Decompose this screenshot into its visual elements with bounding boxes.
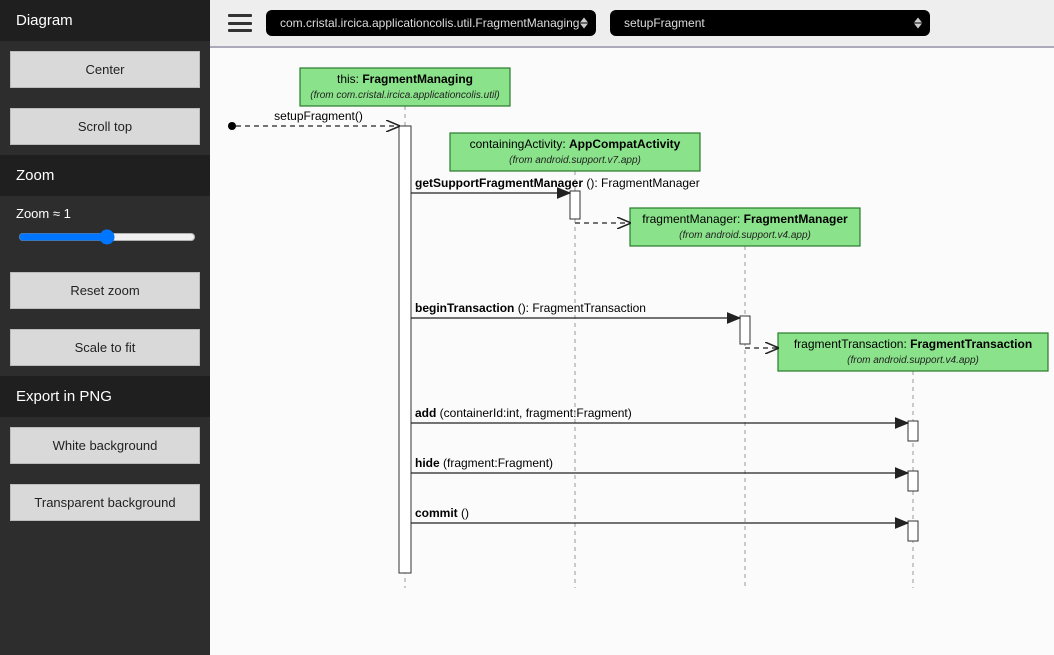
hamburger-icon[interactable] — [228, 14, 252, 32]
class-selector[interactable]: com.cristal.ircica.applicationcolis.util… — [266, 10, 596, 36]
zoom-label: Zoom ≈ 1 — [0, 196, 210, 221]
sidebar: Diagram Center Scroll top Zoom Zoom ≈ 1 … — [0, 0, 210, 655]
section-title-diagram: Diagram — [0, 0, 210, 41]
section-title-export: Export in PNG — [0, 376, 210, 417]
export-transparent-bg-button[interactable]: Transparent background — [10, 484, 200, 521]
svg-text:(from com.cristal.ircica.appli: (from com.cristal.ircica.applicationcoli… — [310, 90, 500, 101]
zoom-value: 1 — [64, 206, 71, 221]
svg-text:commit (): commit () — [415, 506, 469, 520]
svg-text:containingActivity: AppCompatA: containingActivity: AppCompatActivity — [470, 137, 681, 151]
svg-text:hide (fragment:Fragment): hide (fragment:Fragment) — [415, 456, 553, 470]
export-white-bg-button[interactable]: White background — [10, 427, 200, 464]
svg-text:add (containerId:int, fragment: add (containerId:int, fragment:Fragment) — [415, 406, 632, 420]
sequence-diagram: this: FragmentManaging (from com.cristal.… — [210, 48, 1054, 648]
method-selector-label: setupFragment — [624, 16, 705, 30]
center-button[interactable]: Center — [10, 51, 200, 88]
svg-text:beginTransaction (): FragmentT: beginTransaction (): FragmentTransaction — [415, 301, 646, 315]
section-title-zoom: Zoom — [0, 155, 210, 196]
scroll-top-button[interactable]: Scroll top — [10, 108, 200, 145]
chevron-updown-icon — [914, 18, 922, 29]
method-selector[interactable]: setupFragment — [610, 10, 930, 36]
svg-text:this: FragmentManaging: this: FragmentManaging — [337, 72, 473, 86]
zoom-slider[interactable] — [18, 229, 196, 245]
scale-to-fit-button[interactable]: Scale to fit — [10, 329, 200, 366]
svg-text:fragmentTransaction: FragmentT: fragmentTransaction: FragmentTransaction — [794, 337, 1032, 351]
reset-zoom-button[interactable]: Reset zoom — [10, 272, 200, 309]
svg-text:setupFragment(): setupFragment() — [274, 109, 363, 123]
svg-text:(from android.support.v7.app): (from android.support.v7.app) — [509, 155, 641, 166]
chevron-updown-icon — [580, 18, 588, 29]
svg-text:(from android.support.v4.app): (from android.support.v4.app) — [679, 230, 811, 241]
class-selector-label: com.cristal.ircica.applicationcolis.util… — [280, 16, 579, 30]
diagram-canvas[interactable]: this: FragmentManaging (from com.cristal.… — [210, 48, 1054, 655]
svg-text:(from android.support.v4.app): (from android.support.v4.app) — [847, 355, 979, 366]
svg-text:fragmentManager: FragmentManag: fragmentManager: FragmentManager — [642, 212, 848, 226]
svg-text:getSupportFragmentManager ():: getSupportFragmentManager (): FragmentMa… — [415, 176, 700, 190]
topbar: com.cristal.ircica.applicationcolis.util… — [210, 0, 1054, 48]
